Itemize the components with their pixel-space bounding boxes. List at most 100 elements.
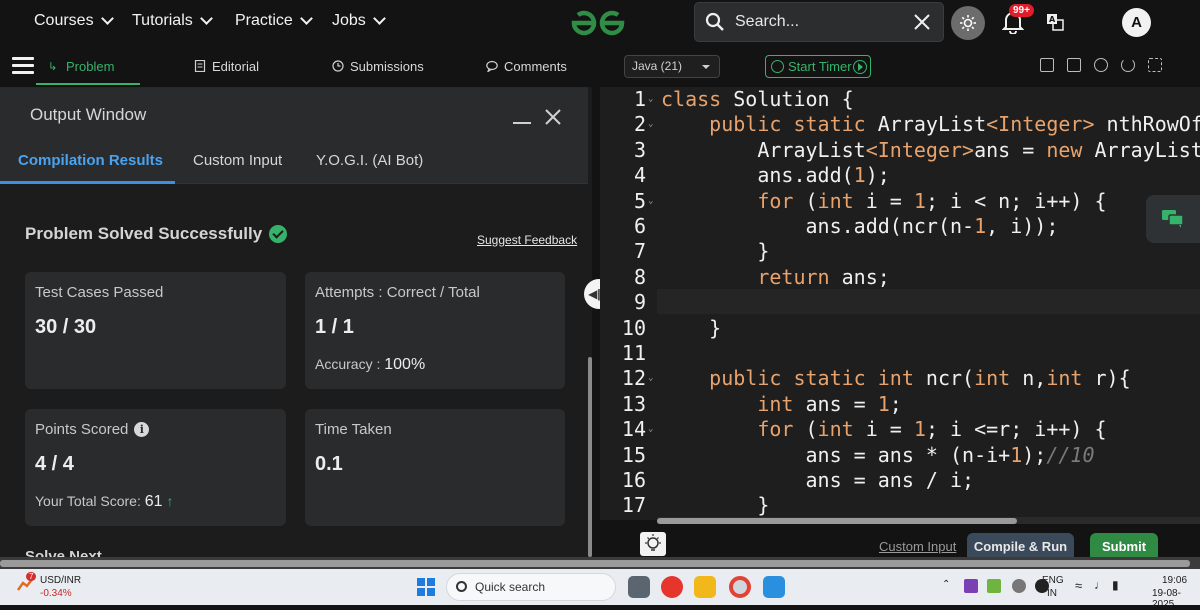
avatar[interactable]: A: [1122, 8, 1151, 37]
active-line-highlight: [657, 289, 1200, 314]
tab-submissions[interactable]: Submissions: [332, 45, 424, 87]
suggest-feedback-link[interactable]: Suggest Feedback: [477, 233, 577, 247]
close-icon[interactable]: [913, 13, 931, 31]
onenote-icon[interactable]: [964, 579, 978, 593]
fold-chevron-icon[interactable]: ⌄: [648, 424, 656, 434]
import-icon[interactable]: [1067, 58, 1081, 72]
code-editor[interactable]: 1 ⌄ 2 ⌄ 3 4 5 ⌄ 6 7 8 9 10 11 12 ⌄ 13 14 ⌄ 15 16 17 class Sol…: [600, 87, 1200, 520]
chevron-up-icon[interactable]: ⌃: [942, 579, 950, 590]
code-token: r){: [1082, 366, 1131, 391]
file-explorer-icon[interactable]: [694, 576, 716, 598]
code-token: ArrayList: [1082, 137, 1200, 162]
scrollbar-thumb[interactable]: [0, 560, 1190, 567]
search-input[interactable]: Search...: [735, 13, 913, 31]
fold-chevron-icon[interactable]: ⌄: [648, 94, 656, 104]
code-token: return: [757, 264, 830, 289]
gfg-logo[interactable]: [568, 8, 628, 38]
battery-icon[interactable]: ▮: [1112, 578, 1119, 592]
play-icon: [853, 60, 867, 74]
vscode-icon[interactable]: [763, 576, 785, 598]
code-token: public static: [709, 112, 866, 137]
chrome-icon[interactable]: [729, 576, 751, 598]
volume-icon[interactable]: ♩: [1094, 578, 1106, 592]
gear-icon[interactable]: [1094, 58, 1108, 72]
windows-start-icon[interactable]: [417, 578, 435, 596]
fold-chevron-icon[interactable]: ⌄: [648, 373, 656, 383]
code-token: 1: [1010, 442, 1023, 467]
problem-tabs: ↳ Problem Editorial Submissions Comments: [0, 45, 592, 87]
taskbar-search[interactable]: Quick search: [446, 573, 616, 601]
nvidia-icon[interactable]: [987, 579, 1001, 593]
copy-icon[interactable]: [1040, 58, 1054, 72]
code-token: i =: [853, 188, 914, 213]
tab-editorial[interactable]: Editorial: [194, 45, 259, 87]
code-token: <Integer>: [865, 137, 975, 162]
code-token: }: [661, 493, 770, 518]
check-circle-icon: [269, 225, 288, 243]
problem-icon: ↳: [48, 61, 58, 73]
language-top[interactable]: ENG: [1042, 575, 1064, 586]
code-token: //10: [1046, 442, 1095, 467]
refresh-icon[interactable]: [1121, 58, 1135, 72]
tab-yogi-ai-bot[interactable]: Y.O.G.I. (AI Bot): [316, 152, 423, 169]
search-box[interactable]: Search...: [694, 2, 944, 42]
line-number: 5: [633, 188, 646, 213]
line-number: 9: [633, 290, 646, 315]
wifi-icon[interactable]: ≈: [1075, 578, 1082, 593]
translate-icon[interactable]: A: [1046, 13, 1064, 31]
code-horizontal-scrollbar[interactable]: [657, 517, 1200, 524]
language-select[interactable]: Java (21): [624, 55, 720, 78]
code-token: (: [793, 417, 818, 442]
language-bottom[interactable]: IN: [1047, 588, 1057, 599]
custom-input-link[interactable]: Custom Input: [879, 539, 956, 554]
nav-jobs[interactable]: Jobs: [332, 12, 386, 30]
code-token: 1: [913, 417, 926, 442]
code-token: public static int: [709, 366, 914, 391]
sun-icon: [960, 15, 976, 31]
page-horizontal-scrollbar[interactable]: [0, 557, 1200, 569]
clock-date[interactable]: 19-08-2025: [1152, 588, 1200, 610]
nav-courses[interactable]: Courses: [34, 12, 114, 30]
code-token: );: [865, 163, 890, 188]
code-token: int: [1046, 366, 1083, 391]
code-token: int: [817, 188, 854, 213]
start-timer-button[interactable]: Start Timer: [765, 55, 871, 78]
tab-custom-input[interactable]: Custom Input: [193, 152, 282, 169]
fx-label: USD/INR: [40, 575, 82, 586]
code-token: ncr(: [913, 366, 975, 391]
tab-comments-label: Comments: [504, 58, 567, 74]
tab-problem[interactable]: ↳ Problem: [35, 45, 142, 87]
tab-compilation-results[interactable]: Compilation Results: [18, 152, 163, 169]
chevron-down-icon: [100, 12, 114, 25]
theme-toggle-button[interactable]: [951, 6, 985, 40]
cloud-icon[interactable]: [1012, 579, 1026, 593]
fold-chevron-icon[interactable]: ⌄: [648, 119, 656, 129]
tab-comments[interactable]: Comments: [486, 45, 567, 87]
code-token: }: [661, 239, 770, 264]
task-view-icon[interactable]: [628, 576, 650, 598]
taskbar: 7 USD/INR -0.34% Quick search ⌃ ENG IN ≈…: [0, 569, 1200, 610]
code-token: 1: [913, 188, 926, 213]
code-token: nthRowOf: [1094, 112, 1200, 137]
clock-time[interactable]: 19:06: [1162, 575, 1187, 586]
line-number: 4: [633, 163, 646, 188]
fold-chevron-icon[interactable]: ⌄: [648, 196, 656, 206]
code-token: class: [661, 87, 722, 111]
card-time: Time Taken 0.1: [305, 409, 565, 526]
info-icon[interactable]: i: [134, 422, 150, 437]
fullscreen-icon[interactable]: [1148, 58, 1162, 72]
nav-practice[interactable]: Practice: [235, 12, 313, 30]
code-line: ans.add(ncr(n-1, i));: [661, 214, 1058, 238]
hamburger-menu-icon[interactable]: [12, 57, 34, 75]
line-number: 2: [633, 112, 646, 137]
line-number: 17: [621, 493, 646, 518]
minimize-icon[interactable]: [513, 122, 531, 124]
attempts-label: Attempts : Correct / Total: [315, 284, 480, 301]
output-tabs: Compilation Results Custom Input Y.O.G.I…: [0, 144, 592, 184]
nav-tutorials[interactable]: Tutorials: [132, 12, 213, 30]
hint-button[interactable]: [640, 532, 666, 556]
media-player-icon[interactable]: [661, 576, 683, 598]
code-line: return ans;: [661, 264, 889, 289]
close-icon[interactable]: [544, 108, 562, 126]
chat-button[interactable]: [1146, 195, 1200, 243]
